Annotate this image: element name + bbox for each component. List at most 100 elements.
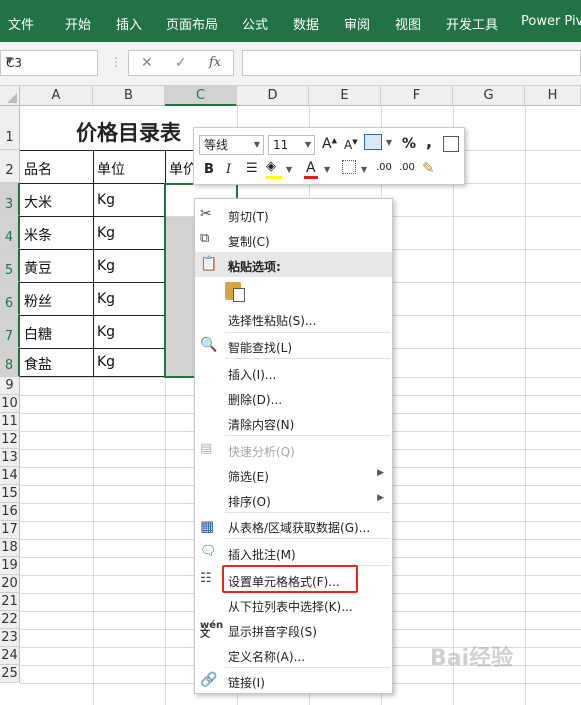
cell-item-name[interactable]: 大米 [21,192,52,212]
format-painter-icon[interactable]: ✎ [422,159,435,177]
cell-item-name[interactable]: 黄豆 [21,258,52,278]
tab-file[interactable]: 文件 [8,14,34,33]
font-size-dropdown[interactable]: 11 ▼ [268,135,315,155]
italic-icon[interactable]: I [226,162,231,177]
menu-item-cut[interactable]: ✂ 剪切(T) [195,202,392,227]
cell-item-unit[interactable]: Kg [94,354,115,370]
insert-function-icon[interactable]: fx [209,55,221,70]
cell-item-unit[interactable]: Kg [94,258,115,274]
tab-formulas[interactable]: 公式 [242,14,268,33]
row-header[interactable]: 6 [0,282,20,315]
cell-item-unit[interactable]: Kg [94,192,115,208]
menu-item-define-name[interactable]: 定义名称(A)... [195,642,392,667]
row-header[interactable]: 15 [0,485,20,503]
increase-decimal-icon[interactable]: .00 [376,162,392,173]
row-header[interactable]: 10 [0,395,20,413]
select-all-corner[interactable] [0,86,20,106]
tab-power-pivot[interactable]: Power Pivo [521,14,581,29]
tab-page-layout[interactable]: 页面布局 [166,14,218,33]
cell-item-name[interactable]: 米条 [21,225,52,245]
formula-input[interactable] [242,50,581,76]
cell-item-name[interactable]: 粉丝 [21,291,52,311]
tab-view[interactable]: 视图 [395,14,421,33]
row-header[interactable]: 7 [0,315,20,348]
row-header[interactable]: 22 [0,611,20,629]
row-header[interactable]: 25 [0,665,20,683]
menu-item-clear-contents[interactable]: 清除内容(N) [195,410,392,435]
row-header[interactable]: 20 [0,575,20,593]
chevron-down-icon[interactable]: ▼ [361,165,367,174]
row-header[interactable]: 12 [0,431,20,449]
cancel-icon[interactable]: ✕ [141,55,153,71]
row-header[interactable]: 11 [0,413,20,431]
tab-data[interactable]: 数据 [293,14,319,33]
borders-icon[interactable] [342,160,356,174]
header-cell-name[interactable]: 品名 [21,159,52,179]
row-header[interactable]: 21 [0,593,20,611]
tab-home[interactable]: 开始 [65,14,91,33]
row-header[interactable]: 9 [0,377,20,395]
row-header[interactable]: 14 [0,467,20,485]
column-header-g[interactable]: G [453,86,525,106]
menu-item-copy[interactable]: ⧉ 复制(C) [195,227,392,252]
row-header[interactable]: 18 [0,539,20,557]
header-cell-price[interactable]: 单价 [166,159,194,179]
menu-item-smart-lookup[interactable]: 🔍 智能查找(L) [195,333,392,358]
row-header[interactable]: 19 [0,557,20,575]
tab-developer[interactable]: 开发工具 [446,14,498,33]
tab-insert[interactable]: 插入 [116,14,142,33]
decrease-decimal-icon[interactable]: .00 [399,162,415,173]
percent-style-icon[interactable]: % [402,136,416,152]
column-header-e[interactable]: E [309,86,381,106]
chevron-down-icon[interactable]: ▼ [286,165,292,174]
column-header-f[interactable]: F [381,86,453,106]
column-header-b[interactable]: B [93,86,165,106]
chevron-down-icon[interactable]: ▼ [6,56,91,66]
row-header[interactable]: 24 [0,647,20,665]
menu-item-filter[interactable]: 筛选(E) ▶ [195,462,392,487]
row-header[interactable]: 8 [0,348,20,377]
bold-icon[interactable]: B [204,162,214,177]
cell-item-unit[interactable]: Kg [94,324,115,340]
menu-item-insert[interactable]: 插入(I)... [195,360,392,385]
row-header[interactable]: 13 [0,449,20,467]
row-header[interactable]: 3 [0,183,20,216]
row-header[interactable]: 17 [0,521,20,539]
column-header-c[interactable]: C [165,86,237,106]
column-header-d[interactable]: D [237,86,309,106]
font-name-dropdown[interactable]: 等线 ▼ [199,135,264,155]
menu-item-sort[interactable]: 排序(O) ▶ [195,487,392,512]
column-header-h[interactable]: H [525,86,581,106]
column-header-a[interactable]: A [20,86,93,106]
menu-item-paste-special[interactable]: 选择性粘贴(S)... [195,306,392,331]
cell-item-unit[interactable]: Kg [94,225,115,241]
fill-color-icon[interactable]: ◈ [266,159,282,174]
row-header[interactable]: 23 [0,629,20,647]
decrease-font-icon[interactable]: A▼ [344,138,358,152]
align-center-icon[interactable]: ☰ [246,161,258,176]
menu-item-link[interactable]: 🔗 链接(I) [195,668,392,693]
menu-item-insert-comment[interactable]: 🗨 插入批注(M) [195,540,392,565]
row-header[interactable]: 4 [0,216,20,249]
cell-item-name[interactable]: 白糖 [21,324,52,344]
menu-item-phonetic[interactable]: wén 文 显示拼音字段(S) [195,617,392,642]
row-header[interactable]: 1 [0,106,20,150]
number-format-icon[interactable] [364,134,382,150]
row-header[interactable]: 2 [0,150,20,183]
header-cell-unit[interactable]: 单位 [94,159,125,179]
font-color-icon[interactable]: A [306,160,316,176]
menu-item-pick-from-list[interactable]: 从下拉列表中选择(K)... [195,592,392,617]
paste-icon[interactable] [225,280,247,302]
confirm-icon[interactable]: ✓ [175,55,187,71]
row-header[interactable]: 16 [0,503,20,521]
increase-font-icon[interactable]: A▲ [322,136,337,152]
chevron-down-icon[interactable]: ▼ [386,138,392,147]
row-header[interactable]: 5 [0,249,20,282]
cell-item-name[interactable]: 食盐 [21,354,52,374]
format-painter-table-icon[interactable] [443,136,459,152]
cell-item-unit[interactable]: Kg [94,291,115,307]
tab-review[interactable]: 审阅 [344,14,370,33]
menu-item-delete[interactable]: 删除(D)... [195,385,392,410]
comma-style-icon[interactable]: , [426,132,432,151]
name-box[interactable]: C3 ▼ [0,50,98,76]
